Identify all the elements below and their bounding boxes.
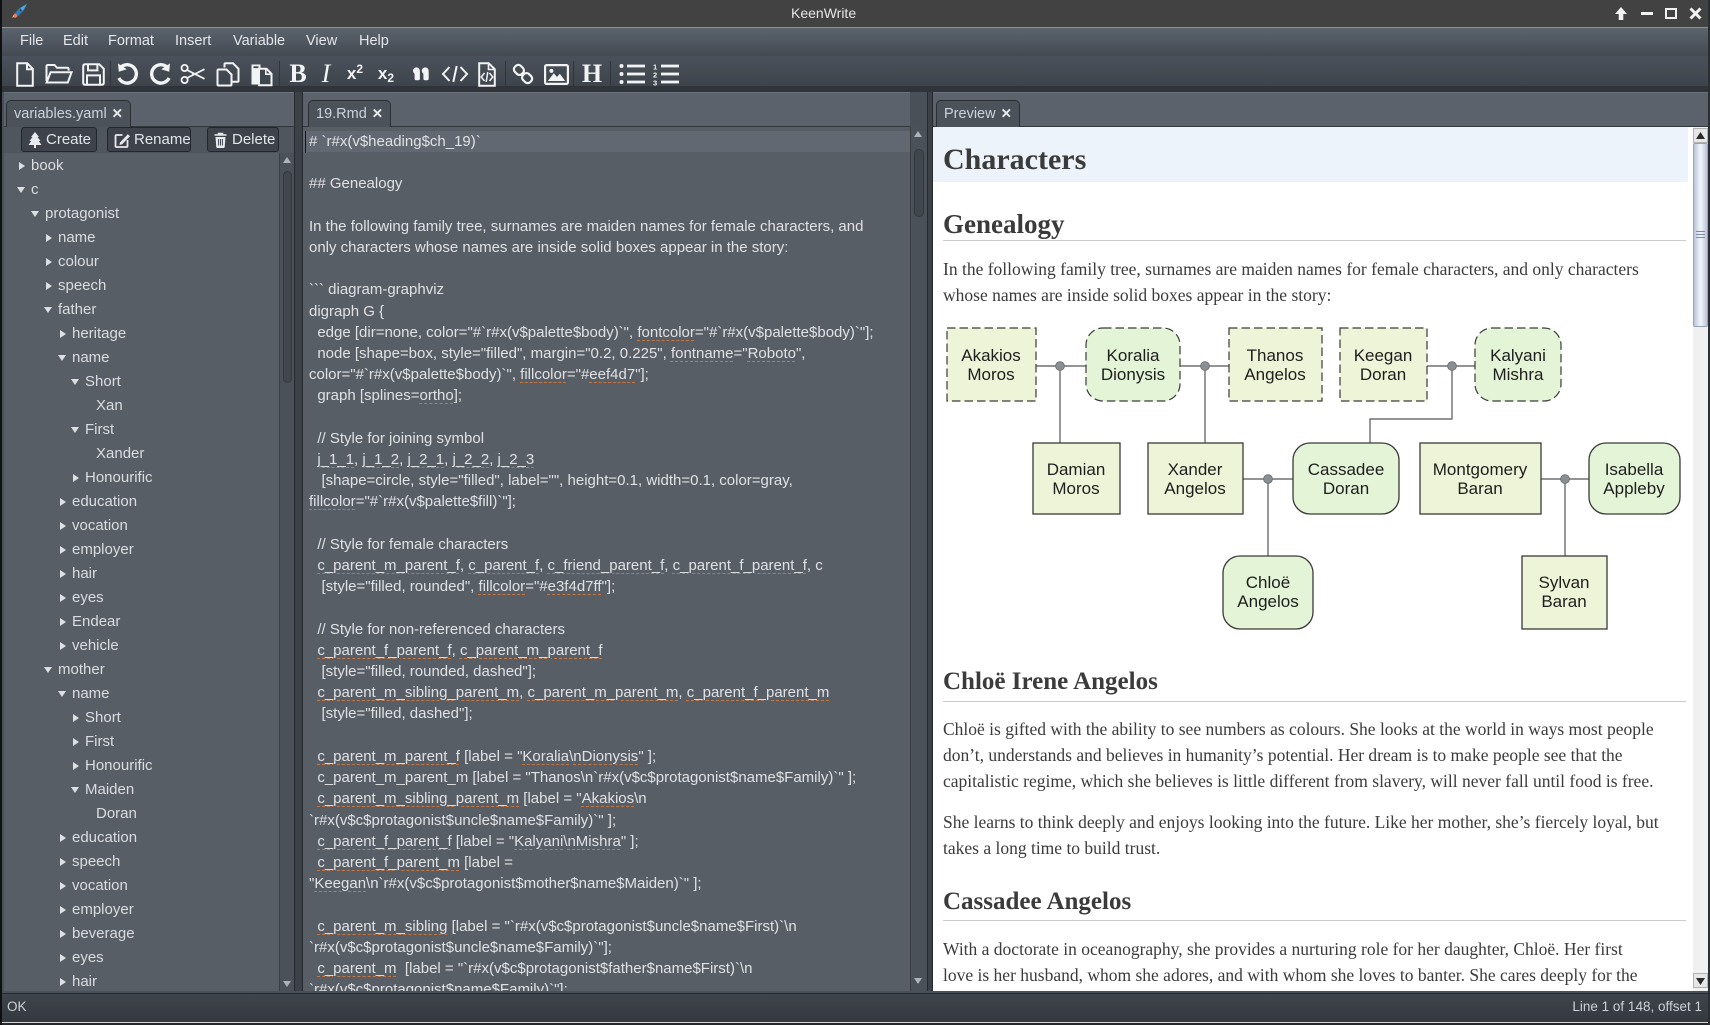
svg-text:Chloë: Chloë <box>1246 573 1290 592</box>
svg-text:Mishra: Mishra <box>1492 365 1544 384</box>
svg-text:Koralia: Koralia <box>1107 346 1160 365</box>
svg-text:Dionysis: Dionysis <box>1101 365 1165 384</box>
svg-text:Damian: Damian <box>1047 460 1106 479</box>
svg-text:Angelos: Angelos <box>1237 592 1298 611</box>
svg-text:Cassadee: Cassadee <box>1308 460 1385 479</box>
svg-text:Angelos: Angelos <box>1244 365 1305 384</box>
svg-text:Moros: Moros <box>1052 479 1099 498</box>
svg-text:Baran: Baran <box>1457 479 1502 498</box>
svg-text:3: 3 <box>653 78 657 86</box>
svg-text:Kalyani: Kalyani <box>1490 346 1546 365</box>
svg-text:Isabella: Isabella <box>1605 460 1664 479</box>
svg-text:Doran: Doran <box>1323 479 1369 498</box>
svg-text:Doran: Doran <box>1360 365 1406 384</box>
svg-text:Thanos: Thanos <box>1247 346 1304 365</box>
svg-text:Sylvan: Sylvan <box>1538 573 1589 592</box>
svg-text:Appleby: Appleby <box>1603 479 1665 498</box>
svg-text:Akakios: Akakios <box>961 346 1021 365</box>
svg-text:Xander: Xander <box>1168 460 1223 479</box>
svg-text:Angelos: Angelos <box>1164 479 1225 498</box>
svg-text:Baran: Baran <box>1541 592 1586 611</box>
svg-text:Keegan: Keegan <box>1354 346 1413 365</box>
svg-text:Moros: Moros <box>967 365 1014 384</box>
svg-text:Montgomery: Montgomery <box>1433 460 1528 479</box>
